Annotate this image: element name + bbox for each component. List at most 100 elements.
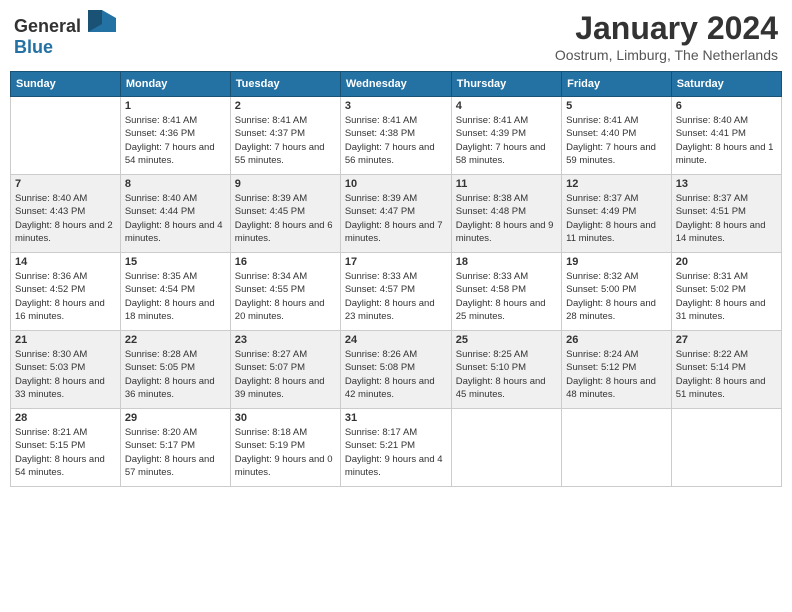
day-info: Sunrise: 8:18 AMSunset: 5:19 PMDaylight:… — [235, 426, 336, 479]
day-info: Sunrise: 8:27 AMSunset: 5:07 PMDaylight:… — [235, 348, 336, 401]
day-number: 14 — [15, 256, 116, 268]
title-section: January 2024 Oostrum, Limburg, The Nethe… — [555, 10, 778, 63]
day-info: Sunrise: 8:41 AMSunset: 4:36 PMDaylight:… — [125, 114, 226, 167]
day-number: 11 — [456, 178, 557, 190]
calendar-header-friday: Friday — [562, 72, 672, 97]
calendar-cell: 25 Sunrise: 8:25 AMSunset: 5:10 PMDayligh… — [451, 331, 561, 409]
logo-icon — [88, 10, 116, 32]
day-number: 8 — [125, 178, 226, 190]
logo: General Blue — [14, 10, 116, 58]
calendar-cell: 27Sunrise: 8:22 AMSunset: 5:14 PMDayligh… — [671, 331, 781, 409]
calendar-cell: 21 Sunrise: 8:30 AMSunset: 5:03 PMDayligh… — [11, 331, 121, 409]
calendar-cell: 4 Sunrise: 8:41 AMSunset: 4:39 PMDaylight… — [451, 97, 561, 175]
day-info: Sunrise: 8:34 AMSunset: 4:55 PMDaylight:… — [235, 270, 336, 323]
calendar-cell: 5 Sunrise: 8:41 AMSunset: 4:40 PMDaylight… — [562, 97, 672, 175]
day-number: 6 — [676, 100, 777, 112]
calendar-week-row: 1 Sunrise: 8:41 AMSunset: 4:36 PMDaylight… — [11, 97, 782, 175]
calendar-cell: 3Sunrise: 8:41 AMSunset: 4:38 PMDaylight… — [340, 97, 451, 175]
month-title: January 2024 — [555, 10, 778, 47]
day-number: 10 — [345, 178, 447, 190]
calendar-cell — [11, 97, 121, 175]
logo-text: General Blue — [14, 10, 116, 58]
calendar-week-row: 14 Sunrise: 8:36 AMSunset: 4:52 PMDayligh… — [11, 253, 782, 331]
calendar-cell — [671, 409, 781, 487]
day-number: 4 — [456, 100, 557, 112]
day-info: Sunrise: 8:37 AMSunset: 4:51 PMDaylight:… — [676, 192, 777, 245]
calendar-cell: 19 Sunrise: 8:32 AMSunset: 5:00 PMDayligh… — [562, 253, 672, 331]
calendar-header-saturday: Saturday — [671, 72, 781, 97]
day-number: 21 — [15, 334, 116, 346]
calendar-week-row: 21 Sunrise: 8:30 AMSunset: 5:03 PMDayligh… — [11, 331, 782, 409]
day-number: 17 — [345, 256, 447, 268]
calendar-cell — [562, 409, 672, 487]
day-number: 31 — [345, 412, 447, 424]
day-info: Sunrise: 8:31 AMSunset: 5:02 PMDaylight:… — [676, 270, 777, 323]
calendar-header-row: SundayMondayTuesdayWednesdayThursdayFrid… — [11, 72, 782, 97]
day-number: 1 — [125, 100, 226, 112]
calendar-cell: 20Sunrise: 8:31 AMSunset: 5:02 PMDayligh… — [671, 253, 781, 331]
day-info: Sunrise: 8:33 AMSunset: 4:57 PMDaylight:… — [345, 270, 447, 323]
calendar-cell: 14 Sunrise: 8:36 AMSunset: 4:52 PMDayligh… — [11, 253, 121, 331]
calendar-header-thursday: Thursday — [451, 72, 561, 97]
day-info: Sunrise: 8:30 AMSunset: 5:03 PMDaylight:… — [15, 348, 116, 401]
calendar-cell: 7Sunrise: 8:40 AMSunset: 4:43 PMDaylight… — [11, 175, 121, 253]
calendar-cell: 1 Sunrise: 8:41 AMSunset: 4:36 PMDaylight… — [120, 97, 230, 175]
day-info: Sunrise: 8:33 AMSunset: 4:58 PMDaylight:… — [456, 270, 557, 323]
calendar-cell: 9 Sunrise: 8:39 AMSunset: 4:45 PMDaylight… — [230, 175, 340, 253]
calendar-cell: 12 Sunrise: 8:37 AMSunset: 4:49 PMDayligh… — [562, 175, 672, 253]
day-number: 12 — [566, 178, 667, 190]
calendar-cell: 31 Sunrise: 8:17 AMSunset: 5:21 PMDayligh… — [340, 409, 451, 487]
calendar-cell: 15Sunrise: 8:35 AMSunset: 4:54 PMDayligh… — [120, 253, 230, 331]
calendar-cell: 2Sunrise: 8:41 AMSunset: 4:37 PMDaylight… — [230, 97, 340, 175]
day-number: 22 — [125, 334, 226, 346]
calendar-cell: 24 Sunrise: 8:26 AMSunset: 5:08 PMDayligh… — [340, 331, 451, 409]
day-info: Sunrise: 8:41 AMSunset: 4:40 PMDaylight:… — [566, 114, 667, 167]
day-number: 13 — [676, 178, 777, 190]
calendar-cell: 16 Sunrise: 8:34 AMSunset: 4:55 PMDayligh… — [230, 253, 340, 331]
calendar-cell: 8Sunrise: 8:40 AMSunset: 4:44 PMDaylight… — [120, 175, 230, 253]
day-number: 28 — [15, 412, 116, 424]
calendar-week-row: 7Sunrise: 8:40 AMSunset: 4:43 PMDaylight… — [11, 175, 782, 253]
day-number: 5 — [566, 100, 667, 112]
day-number: 18 — [456, 256, 557, 268]
day-number: 24 — [345, 334, 447, 346]
day-number: 25 — [456, 334, 557, 346]
calendar-cell: 18 Sunrise: 8:33 AMSunset: 4:58 PMDayligh… — [451, 253, 561, 331]
day-info: Sunrise: 8:41 AMSunset: 4:39 PMDaylight:… — [456, 114, 557, 167]
day-number: 15 — [125, 256, 226, 268]
logo-general: General — [14, 16, 81, 36]
calendar-cell: 26Sunrise: 8:24 AMSunset: 5:12 PMDayligh… — [562, 331, 672, 409]
calendar-cell: 17 Sunrise: 8:33 AMSunset: 4:57 PMDayligh… — [340, 253, 451, 331]
day-info: Sunrise: 8:39 AMSunset: 4:47 PMDaylight:… — [345, 192, 447, 245]
logo-blue: Blue — [14, 37, 53, 57]
calendar-cell: 22 Sunrise: 8:28 AMSunset: 5:05 PMDayligh… — [120, 331, 230, 409]
day-number: 19 — [566, 256, 667, 268]
day-info: Sunrise: 8:17 AMSunset: 5:21 PMDaylight:… — [345, 426, 447, 479]
day-number: 16 — [235, 256, 336, 268]
day-number: 2 — [235, 100, 336, 112]
day-info: Sunrise: 8:25 AMSunset: 5:10 PMDaylight:… — [456, 348, 557, 401]
calendar-cell: 13 Sunrise: 8:37 AMSunset: 4:51 PMDayligh… — [671, 175, 781, 253]
day-number: 9 — [235, 178, 336, 190]
day-info: Sunrise: 8:41 AMSunset: 4:38 PMDaylight:… — [345, 114, 447, 167]
day-info: Sunrise: 8:38 AMSunset: 4:48 PMDaylight:… — [456, 192, 557, 245]
day-number: 23 — [235, 334, 336, 346]
calendar-table: SundayMondayTuesdayWednesdayThursdayFrid… — [10, 71, 782, 487]
day-number: 29 — [125, 412, 226, 424]
calendar-cell: 30Sunrise: 8:18 AMSunset: 5:19 PMDayligh… — [230, 409, 340, 487]
calendar-cell: 28Sunrise: 8:21 AMSunset: 5:15 PMDayligh… — [11, 409, 121, 487]
day-info: Sunrise: 8:40 AMSunset: 4:41 PMDaylight:… — [676, 114, 777, 167]
calendar-cell: 29Sunrise: 8:20 AMSunset: 5:17 PMDayligh… — [120, 409, 230, 487]
day-info: Sunrise: 8:26 AMSunset: 5:08 PMDaylight:… — [345, 348, 447, 401]
day-info: Sunrise: 8:28 AMSunset: 5:05 PMDaylight:… — [125, 348, 226, 401]
calendar-header-tuesday: Tuesday — [230, 72, 340, 97]
calendar-week-row: 28Sunrise: 8:21 AMSunset: 5:15 PMDayligh… — [11, 409, 782, 487]
day-info: Sunrise: 8:32 AMSunset: 5:00 PMDaylight:… — [566, 270, 667, 323]
day-number: 26 — [566, 334, 667, 346]
day-info: Sunrise: 8:39 AMSunset: 4:45 PMDaylight:… — [235, 192, 336, 245]
day-info: Sunrise: 8:36 AMSunset: 4:52 PMDaylight:… — [15, 270, 116, 323]
calendar-cell: 10 Sunrise: 8:39 AMSunset: 4:47 PMDayligh… — [340, 175, 451, 253]
day-info: Sunrise: 8:40 AMSunset: 4:43 PMDaylight:… — [15, 192, 116, 245]
calendar-cell: 11 Sunrise: 8:38 AMSunset: 4:48 PMDayligh… — [451, 175, 561, 253]
day-info: Sunrise: 8:37 AMSunset: 4:49 PMDaylight:… — [566, 192, 667, 245]
